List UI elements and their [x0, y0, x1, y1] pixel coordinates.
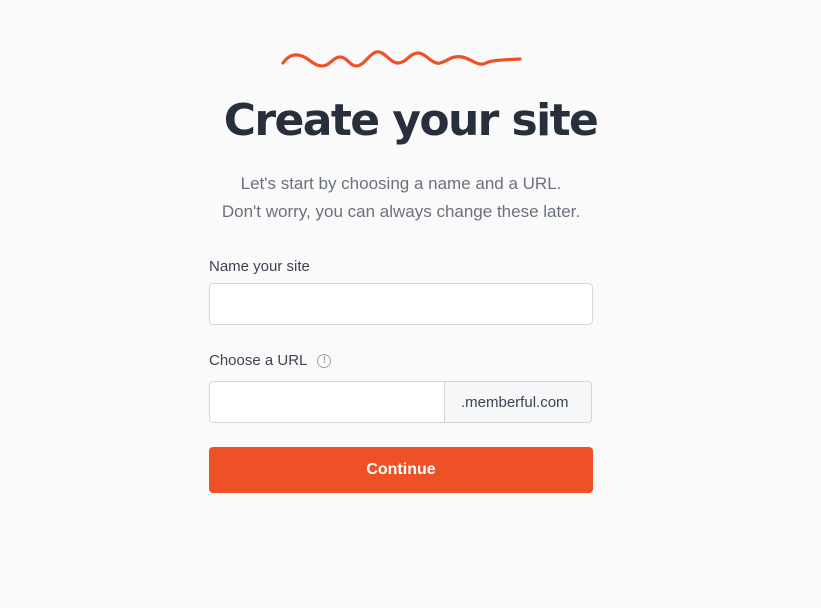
url-input-group: .memberful.com: [209, 381, 593, 423]
squiggle-decoration: [281, 50, 522, 68]
page-subtitle: Let's start by choosing a name and a URL…: [0, 170, 802, 226]
site-name-input[interactable]: [209, 283, 593, 325]
url-label: Choose a URL: [209, 352, 308, 369]
subtitle-line-2: Don't worry, you can always change these…: [221, 202, 581, 221]
url-suffix: .memberful.com: [444, 381, 592, 423]
page-title: Create your site: [223, 95, 599, 146]
continue-button[interactable]: Continue: [209, 447, 593, 493]
site-name-label: Name your site: [209, 258, 310, 275]
url-label-row: Choose a URL !: [209, 352, 332, 369]
url-input[interactable]: [209, 381, 445, 423]
info-icon[interactable]: !: [317, 353, 332, 368]
subtitle-line-1: Let's start by choosing a name and a URL…: [240, 174, 562, 193]
